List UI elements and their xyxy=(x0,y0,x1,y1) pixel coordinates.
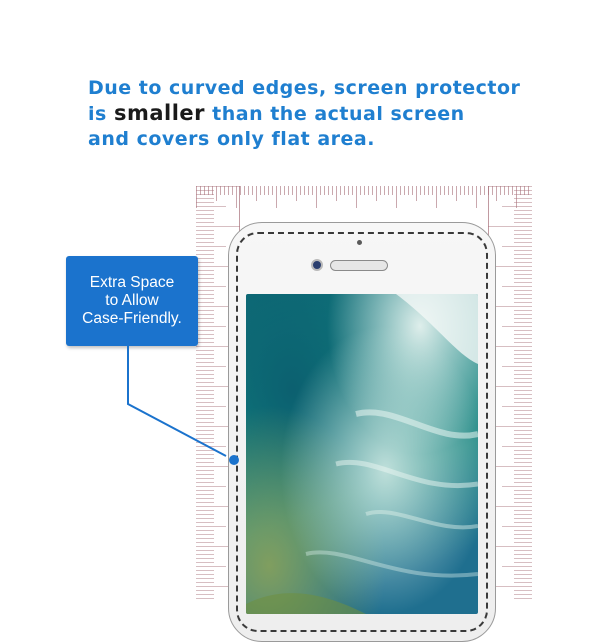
callout-line-1: Extra Space xyxy=(89,274,175,291)
callout-line-3: Case-Friendly. xyxy=(82,310,182,327)
headline-line-1: Due to curved edges, screen protector xyxy=(88,77,521,99)
callout-box: Extra Space to Allow Case-Friendly. xyxy=(66,256,198,346)
screen-protector-outline xyxy=(236,232,488,632)
headline-line-2-start: is xyxy=(88,103,107,125)
callout-line-2: to Allow xyxy=(105,292,159,309)
headline-line-2-end: than the actual screen xyxy=(212,103,465,125)
headline-line-2: is smaller than the actual screen xyxy=(88,101,588,127)
headline-emphasis: smaller xyxy=(113,101,206,125)
headline: Due to curved edges, screen protector is… xyxy=(88,76,588,152)
headline-line-3: and covers only flat area. xyxy=(88,128,375,150)
